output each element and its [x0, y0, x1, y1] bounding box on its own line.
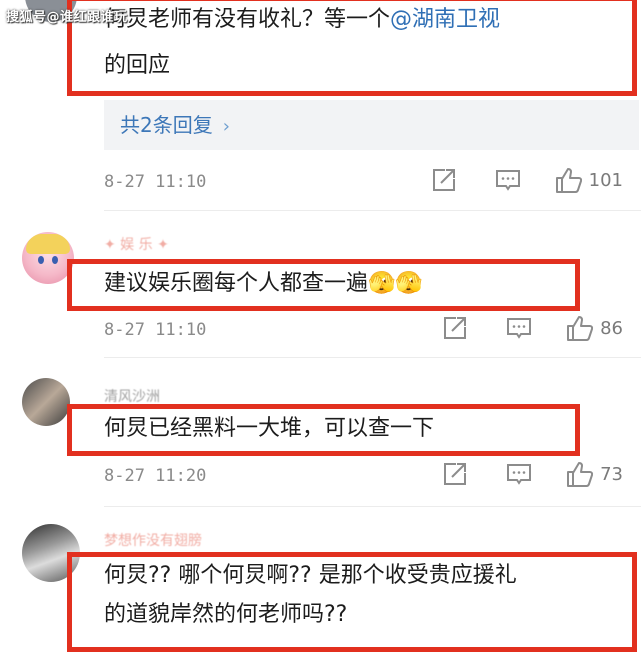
share-icon: [444, 463, 467, 485]
chevron-right-icon: ›: [222, 116, 230, 137]
like-count: 101: [588, 169, 623, 191]
divider: [104, 506, 641, 507]
thumbs-up-icon: [567, 462, 594, 487]
comment-text: 建议娱乐圈每个人都查一遍🫣🫣: [104, 271, 423, 296]
comment-time: 8-27 11:20: [104, 466, 207, 486]
comment-text-line2: 的回应: [104, 53, 171, 78]
comment-text: 何炅老师有没有收礼？等一个@湖南卫视: [104, 2, 500, 38]
comment-actions: 101: [431, 166, 623, 194]
like-button[interactable]: 101: [555, 166, 623, 194]
comment-text-line1: 何炅老师有没有收礼？等一个: [104, 7, 391, 32]
watermark: 搜狐号@谁红跟谁玩: [6, 10, 128, 25]
share-button[interactable]: [442, 461, 468, 487]
comment-time: 8-27 11:10: [104, 172, 207, 192]
username[interactable]: 梦想作没有翅膀: [104, 530, 202, 550]
share-icon: [432, 169, 455, 191]
like-button[interactable]: 86: [566, 314, 623, 342]
divider: [104, 357, 641, 358]
comment-button[interactable]: [495, 167, 521, 193]
mention-link[interactable]: @湖南卫视: [390, 7, 500, 32]
like-count: 73: [600, 463, 623, 485]
thumbs-up-icon: [555, 168, 582, 193]
comment-text-line2: 的道貌岸然的何老师吗??: [104, 602, 348, 627]
comment-text-line1: 何炅?? 哪个何炅啊?? 是那个收受贵应援礼: [104, 563, 517, 588]
comment-time: 8-27 11:10: [104, 320, 207, 340]
comment-icon: [495, 170, 520, 191]
share-icon: [444, 317, 467, 339]
comment-actions: 86: [442, 314, 623, 342]
username[interactable]: 清风沙洲: [104, 386, 160, 406]
replies-label: 共2条回复: [120, 113, 213, 137]
comment-icon: [507, 318, 532, 339]
comment-text: 何炅已经黑料一大堆，可以查一下: [104, 416, 435, 441]
comment-button[interactable]: [506, 315, 532, 341]
share-button[interactable]: [442, 315, 468, 341]
divider: [104, 210, 641, 211]
like-count: 86: [600, 317, 623, 339]
comment-actions: 73: [442, 460, 623, 488]
share-button[interactable]: [431, 167, 457, 193]
view-replies-button[interactable]: 共2条回复 ›: [104, 100, 639, 150]
username[interactable]: ✦ 娱 乐 ✦: [104, 234, 169, 254]
thumbs-up-icon: [567, 316, 594, 341]
avatar[interactable]: [22, 378, 70, 426]
comment-button[interactable]: [506, 461, 532, 487]
comment-icon: [507, 464, 532, 485]
like-button[interactable]: 73: [566, 460, 623, 488]
